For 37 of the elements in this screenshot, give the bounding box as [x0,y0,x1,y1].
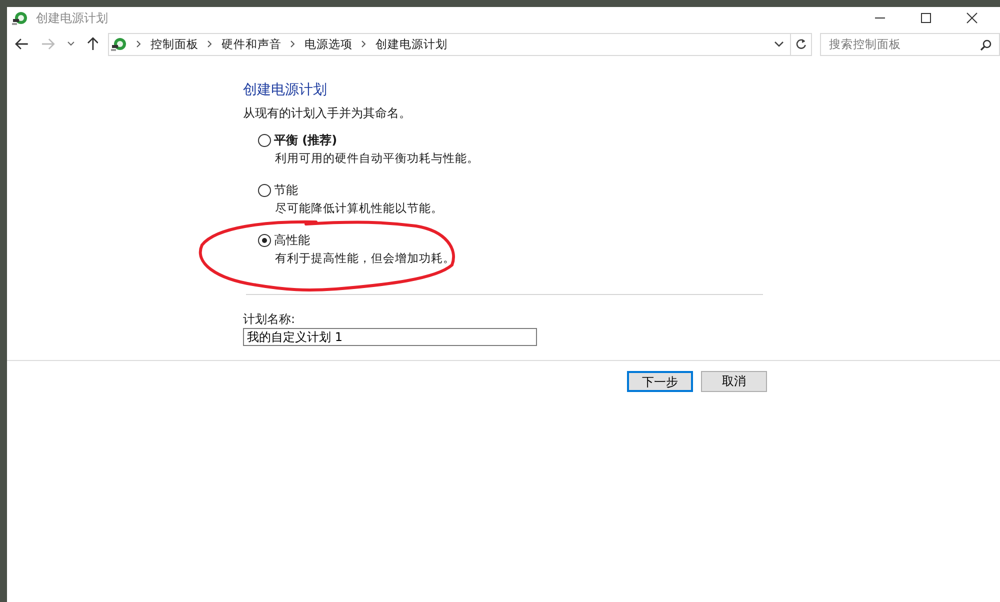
chevron-icon [361,40,366,48]
search-icon [980,38,992,50]
window-title: 创建电源计划 [36,10,108,26]
plan-option-label[interactable]: 平衡 (推荐) [274,132,338,148]
intro-text: 从现有的计划入手并为其命名。 [243,105,412,121]
breadcrumb-item[interactable]: 硬件和声音 [221,36,282,52]
plan-description: 尽可能降低计算机性能以节能。 [275,200,444,216]
radio-button[interactable] [258,234,271,246]
chevron-icon [136,40,142,48]
page-heading: 创建电源计划 [243,81,328,99]
plan-description: 利用可用的硬件自动平衡功耗与性能。 [275,150,480,166]
plan-description: 有利于提高性能，但会增加功耗。 [275,250,456,266]
radio-button[interactable] [258,134,271,146]
dialog-button[interactable]: 下一步 [627,371,693,392]
plan-option-label[interactable]: 高性能 [274,232,310,248]
chevron-icon [207,40,212,48]
radio-button[interactable] [258,184,271,196]
refresh-button[interactable] [791,32,812,56]
dialog-button[interactable]: 取消 [701,371,767,392]
dropdown-caret-icon[interactable] [66,41,75,47]
plan-name-field[interactable]: 我的自定义计划 1 [243,328,537,346]
breadcrumb-item[interactable]: 电源选项 [304,36,352,52]
maximize-icon[interactable] [920,12,932,24]
power-plan-icon [111,36,128,52]
close-icon[interactable] [966,12,978,24]
dropdown-caret-icon[interactable] [774,41,784,47]
breadcrumb-item[interactable]: 控制面板 [150,36,198,52]
breadcrumb-item[interactable]: 创建电源计划 [375,36,448,52]
chevron-icon [290,40,296,48]
back-arrow-icon[interactable] [15,38,29,50]
plan-name-label: 计划名称: [243,311,296,327]
search-field[interactable]: 搜索控制面板 [820,32,1000,56]
address-bar[interactable]: 控制面板 硬件和声音 电源选项 创建电源计划 [108,32,792,56]
power-plan-icon [12,10,28,26]
plan-option-label[interactable]: 节能 [274,182,298,198]
refresh-icon [795,38,808,50]
up-arrow-icon[interactable] [86,37,98,51]
